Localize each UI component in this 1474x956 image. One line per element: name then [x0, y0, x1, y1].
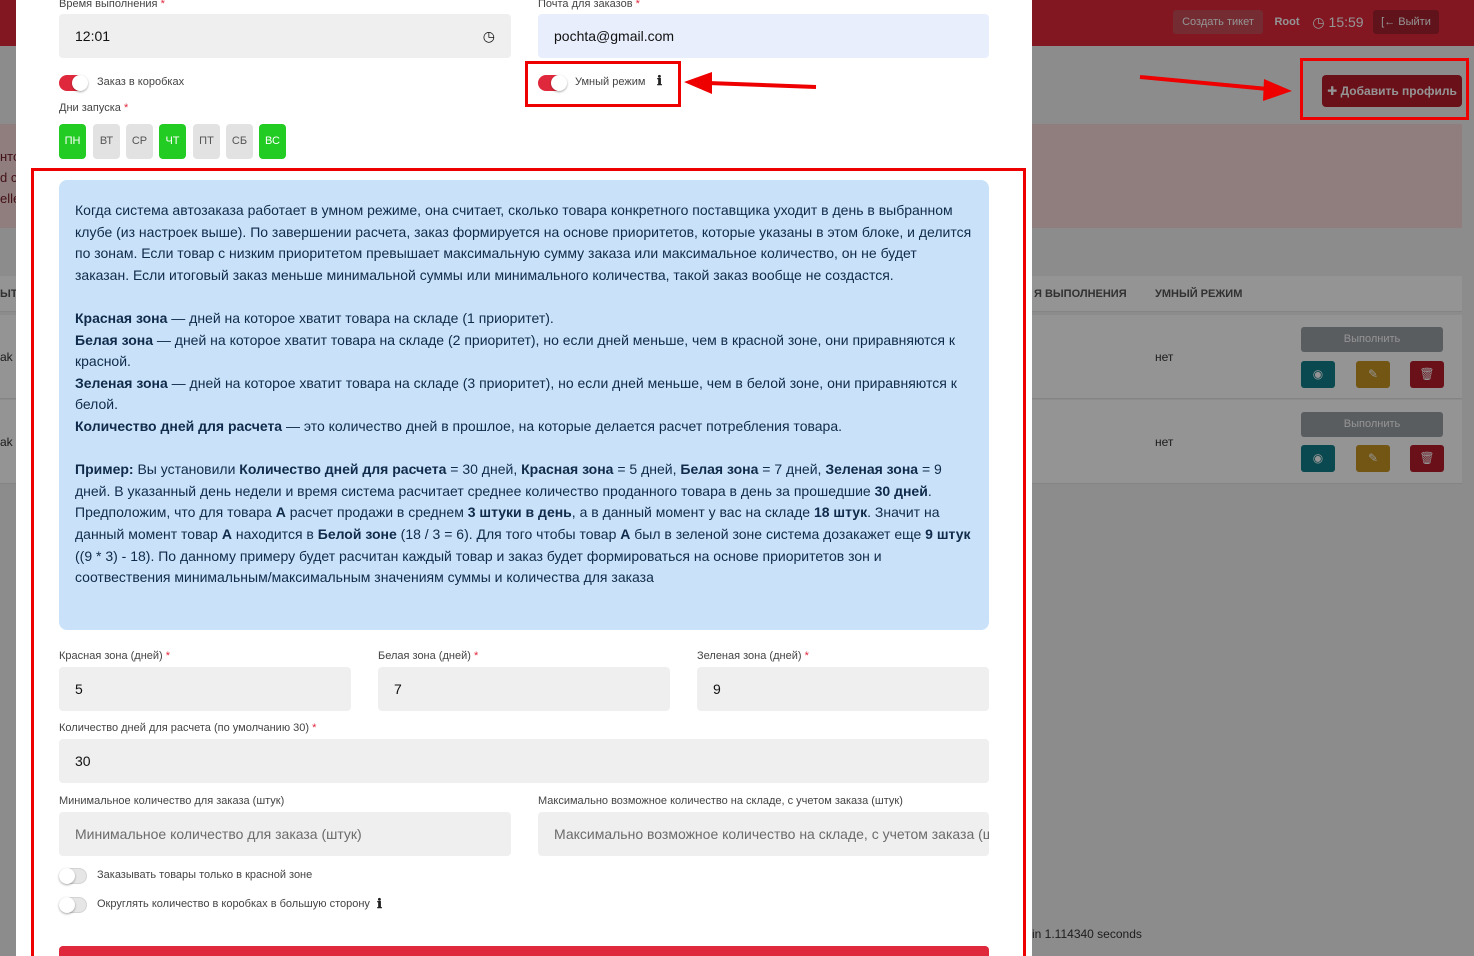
- arrowhead-smart-mode: [684, 72, 712, 94]
- arrow-to-add-profile: [1139, 75, 1269, 91]
- annotation-arrows: [684, 72, 1292, 101]
- arrowhead-add-profile: [1263, 79, 1292, 101]
- arrow-to-smart-mode: [707, 81, 817, 89]
